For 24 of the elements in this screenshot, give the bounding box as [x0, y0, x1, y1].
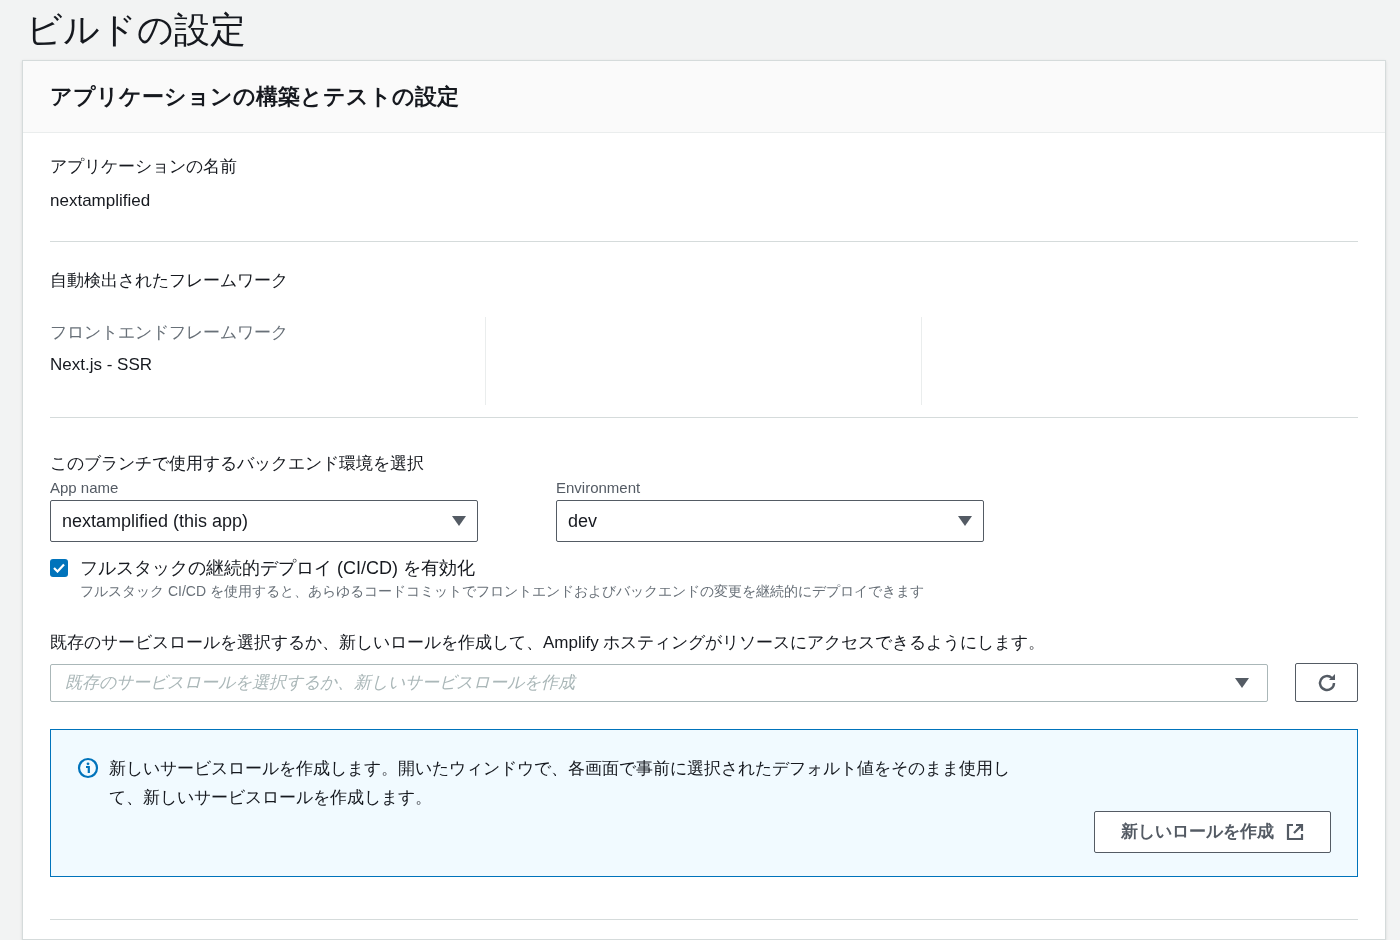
section-heading: 自動検出されたフレームワーク	[50, 270, 289, 292]
section-heading: このブランチで使用するバックエンド環境を選択	[50, 453, 425, 475]
caret-down-icon	[452, 516, 466, 526]
checkbox-label: フルスタックの継続的デプロイ (CI/CD) を有効化	[80, 557, 476, 580]
field-label: フロントエンドフレームワーク	[50, 322, 289, 344]
info-text: 新しいサービスロールを作成します。開いたウィンドウで、各画面で事前に選択されたデフォルト値をそのまま使用して、新しいサービスロールを作成します。	[109, 758, 1011, 809]
caret-down-icon	[1235, 677, 1249, 688]
caret-down-icon	[958, 516, 972, 526]
field-label: アプリケーションの名前	[50, 156, 238, 178]
select-label: Environment	[556, 478, 642, 498]
checkbox-description: フルスタック CI/CD を使用すると、あらゆるコードコミットでフロントエンドおよびバックエンドの変更を継続的にデプロイできます	[80, 582, 924, 601]
select-dropdown[interactable]: dev	[556, 500, 984, 542]
field-value: nextamplified	[50, 190, 152, 212]
external-link-icon	[1286, 823, 1304, 841]
select-label: App name	[50, 478, 120, 498]
field-value: Next.js - SSR	[50, 354, 154, 376]
select-dropdown[interactable]: nextamplified (this app)	[50, 500, 478, 542]
refresh-button[interactable]	[1295, 663, 1358, 702]
checkbox[interactable]	[50, 559, 68, 577]
field-label: 既存のサービスロールを選択するか、新しいロールを作成して、Amplify ホスティングがリソースにアクセスできるようにします。	[50, 632, 1047, 654]
page-title: ビルドの設定	[25, 8, 247, 52]
info-icon	[77, 757, 99, 779]
card-title: アプリケーションの構築とテストの設定	[50, 83, 459, 111]
create-role-button[interactable]: 新しいロールを作成	[1094, 811, 1331, 853]
